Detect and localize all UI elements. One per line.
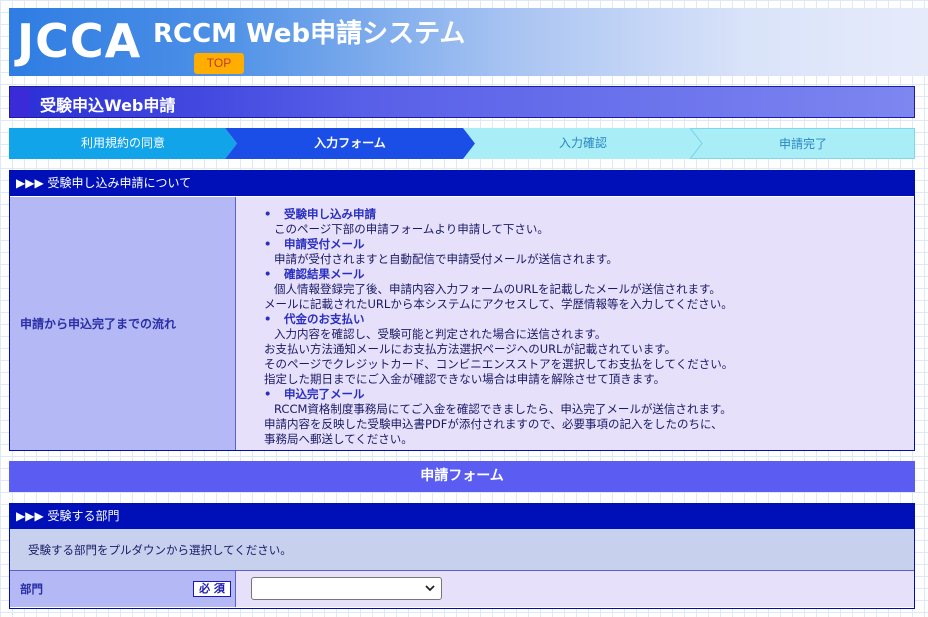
step-terms: 利用規約の同意 <box>9 128 237 159</box>
flow-line: お支払い方法通知メールにお支払方法選択ページへのURLが記載されています。 <box>264 342 677 356</box>
department-instructions: 受験する部門をプルダウンから選択してください。 <box>10 529 914 571</box>
flow-heading: 申請受付メール <box>264 237 914 252</box>
chevron-down-icon <box>425 585 435 592</box>
department-label: 部門 必 須 <box>10 571 236 607</box>
department-section: ▶▶▶ 受験する部門 受験する部門をプルダウンから選択してください。 部門 必 … <box>9 503 915 609</box>
department-header: ▶▶▶ 受験する部門 <box>10 504 914 529</box>
flow-line: 入力内容を確認し、受験可能と判定された場合に送信されます。 <box>274 327 607 341</box>
flow-line: 申請内容を反映した受験申込書PDFが添付されますので、必要事項の記入をしたのちに… <box>264 417 723 431</box>
flow-heading: 受験申し込み申請 <box>264 207 914 222</box>
flow-row: 申請から申込完了までの流れ 受験申し込み申請このページ下部の申請フォームより申請… <box>10 197 914 450</box>
form-title: 申請フォーム <box>9 461 915 492</box>
page-title: 受験申込Web申請 <box>40 96 176 115</box>
flow-description: 受験申し込み申請このページ下部の申請フォームより申請して下さい。申請受付メール申… <box>236 197 914 450</box>
step-input-form: 入力フォーム <box>225 128 475 159</box>
flow-line: そのページでクレジットカード、コンビニエンスストアを選択してお支払をしてください… <box>264 357 734 371</box>
step-complete: 申請完了 <box>691 128 915 159</box>
flow-line: 事務局へ郵送してください。 <box>264 432 413 446</box>
department-select[interactable] <box>251 577 442 600</box>
jcca-logo[interactable]: JCCA <box>17 14 141 68</box>
flow-heading: 申込完了メール <box>264 387 914 402</box>
flow-heading: 確認結果メール <box>264 267 914 282</box>
department-value-cell <box>236 571 914 607</box>
app-title: RCCM Web申請システム <box>153 19 466 49</box>
application-info-header: ▶▶▶ 受験申し込み申請について <box>10 171 914 196</box>
step-separator-icon <box>689 128 703 159</box>
flow-label: 申請から申込完了までの流れ <box>10 197 236 450</box>
required-badge: 必 須 <box>193 581 231 597</box>
flow-line: 個人情報登録完了後、申請内容入力フォームのURLを記載したメールが送信されます。 <box>274 282 721 296</box>
flow-heading: 代金のお支払い <box>264 312 914 327</box>
department-row: 部門 必 須 <box>10 571 914 607</box>
page-title-bar: 受験申込Web申請 <box>9 86 915 118</box>
top-button[interactable]: TOP <box>194 53 244 74</box>
application-info-section: ▶▶▶ 受験申し込み申請について 申請から申込完了までの流れ 受験申し込み申請こ… <box>9 170 915 451</box>
flow-line: RCCM資格制度事務局にてご入金を確認できましたら、申込完了メールが送信されます… <box>274 402 732 416</box>
flow-line: 申請が受付されますと自動配信で申請受付メールが送信されます。 <box>274 252 618 266</box>
flow-line: メールに記載されたURLから本システムにアクセスして、学歴情報等を入力してくださ… <box>264 297 733 311</box>
department-label-text: 部門 <box>20 582 43 596</box>
app-header: JCCA RCCM Web申請システム TOP <box>9 8 928 76</box>
flow-line: 指定した期日までにご入金が確認できない場合は申請を解除させて頂きます。 <box>264 372 666 386</box>
progress-steps: 利用規約の同意 入力フォーム 入力確認 申請完了 <box>9 128 915 159</box>
flow-line: このページ下部の申請フォームより申請して下さい。 <box>274 222 549 236</box>
step-confirm: 入力確認 <box>463 128 703 159</box>
